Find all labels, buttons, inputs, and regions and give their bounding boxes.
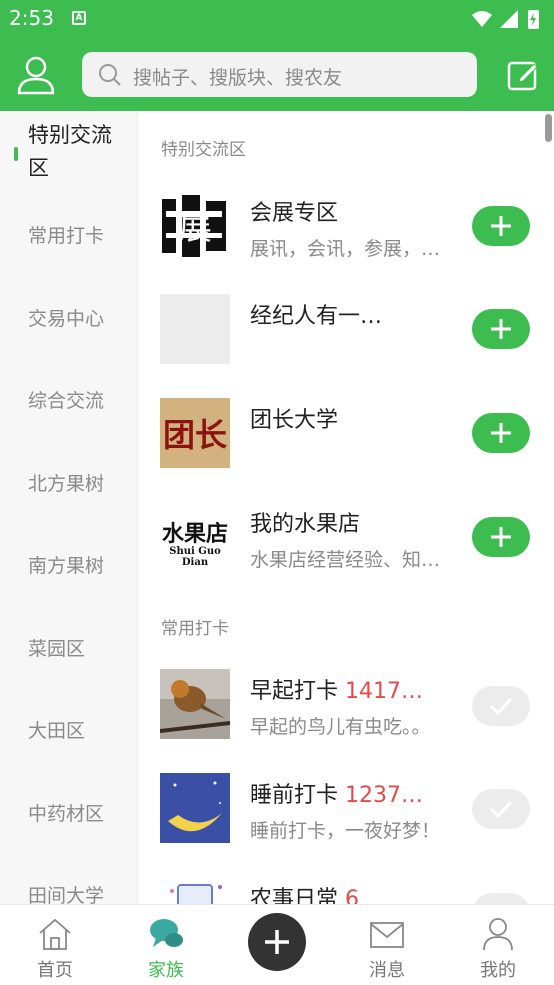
join-button[interactable] (472, 517, 530, 557)
expo-logo: 展 (160, 191, 230, 261)
fruit-logo-text: 水果店 (161, 521, 228, 547)
sidebar-item-herbal[interactable]: 中药材区 (28, 799, 128, 826)
tab-profile[interactable]: 我的 (453, 905, 543, 985)
plus-icon (491, 216, 511, 236)
tab-family[interactable]: 家族 (121, 905, 211, 985)
search-bar[interactable]: 搜帖子、搜版块、搜农友 (82, 52, 477, 97)
status-bar: 2:53 A (0, 0, 554, 38)
sidebar-item-south-fruit[interactable]: 南方果树 (28, 551, 128, 578)
section-title-special: 特别交流区 (161, 140, 246, 160)
tuan-logo: 团长 (160, 398, 230, 468)
search-icon (99, 64, 121, 86)
status-time: 2:53 (9, 6, 54, 30)
join-button[interactable] (472, 309, 530, 349)
forum-title: 经纪人有一… (250, 304, 383, 329)
fruit-logo-sub: Shui Guo Dian (169, 546, 221, 568)
add-post-button[interactable] (248, 913, 306, 971)
forum-title: 农事日常 6 (250, 881, 359, 904)
top-bar: 2:53 A 搜帖子、搜版块、搜农友 (0, 0, 554, 111)
tab-family-label: 家族 (148, 960, 184, 981)
scrollbar[interactable] (545, 114, 552, 142)
sidebar-item-university[interactable]: 田间大学 (28, 881, 128, 904)
forum-title: 我的水果店 (250, 512, 361, 537)
sidebar-item-north-fruit[interactable]: 北方果树 (28, 469, 128, 496)
active-indicator (14, 147, 18, 161)
join-button[interactable] (472, 206, 530, 246)
check-icon (489, 800, 513, 819)
tuan-logo-text: 团长 (163, 416, 227, 454)
expo-logo-text: 展 (178, 208, 212, 248)
forum-title: 睡前打卡 1237… (250, 777, 423, 809)
plus-icon (491, 319, 511, 339)
tab-messages-label: 消息 (369, 960, 405, 981)
forum-desc: 展讯，会讯，参展，… (250, 238, 441, 260)
forum-title: 早起打卡 1417… (250, 673, 423, 705)
forum-thumbnail: 水果店 Shui Guo Dian (160, 502, 230, 572)
sidebar-item-field[interactable]: 大田区 (28, 716, 128, 743)
checkin-count: 1237… (345, 783, 424, 808)
sidebar-item-checkin[interactable]: 常用打卡 (28, 221, 128, 248)
edit-icon[interactable] (506, 58, 540, 92)
plus-icon (265, 930, 289, 954)
sidebar-item-trade[interactable]: 交易中心 (28, 304, 128, 331)
chat-bubbles-icon (150, 919, 183, 947)
plus-icon (491, 423, 511, 443)
bird-image (160, 669, 230, 739)
forum-thumbnail (160, 773, 230, 843)
tab-messages[interactable]: 消息 (342, 905, 432, 985)
forum-thumbnail: 团长 (160, 398, 230, 468)
forum-thumbnail: 展 (160, 191, 230, 261)
forum-title-text: 早起打卡 (250, 679, 339, 704)
checkin-count: 1417… (345, 679, 424, 704)
forum-thumbnail (160, 294, 230, 364)
mail-icon (370, 922, 404, 948)
forum-title: 会展专区 (250, 201, 339, 226)
farm-image (170, 884, 222, 904)
sidebar-item-special[interactable]: 特别交流区 (28, 119, 128, 185)
category-sidebar: 特别交流区 常用打卡 交易中心 综合交流 北方果树 南方果树 菜园区 大田区 中… (0, 111, 138, 904)
user-icon[interactable] (16, 55, 56, 95)
forum-desc: 水果店经营经验、知… (250, 549, 441, 571)
sim-icon: A (72, 11, 86, 25)
plus-icon (491, 527, 511, 547)
checkin-count: 6 (345, 887, 360, 904)
forum-desc: 早起的鸟儿有虫吃。。 (250, 716, 431, 738)
sidebar-item-general[interactable]: 综合交流 (28, 386, 128, 413)
section-title-checkin: 常用打卡 (161, 619, 229, 639)
check-icon (489, 697, 513, 716)
tab-home[interactable]: 首页 (10, 905, 100, 985)
home-icon (39, 918, 71, 950)
forum-title: 团长大学 (250, 408, 339, 433)
user-icon (483, 918, 513, 951)
forum-thumbnail (160, 877, 230, 904)
checked-button[interactable] (472, 789, 530, 829)
forum-title-text: 睡前打卡 (250, 783, 339, 808)
forum-desc: 睡前打卡，一夜好梦！ (250, 820, 441, 842)
forum-title-text: 农事日常 (250, 887, 339, 904)
signal-battery-icons (472, 10, 539, 29)
forum-thumbnail (160, 669, 230, 739)
sidebar-item-vegetable[interactable]: 菜园区 (28, 634, 128, 661)
tab-profile-label: 我的 (480, 960, 516, 981)
checked-button[interactable] (472, 686, 530, 726)
join-button[interactable] (472, 413, 530, 453)
search-placeholder: 搜帖子、搜版块、搜农友 (133, 67, 343, 89)
forum-list: 特别交流区 展 会展专区 展讯，会讯，参展，… 经纪人有一… 团长 团长大学 水… (138, 111, 554, 904)
moon-image (160, 773, 230, 843)
tab-home-label: 首页 (37, 960, 73, 981)
